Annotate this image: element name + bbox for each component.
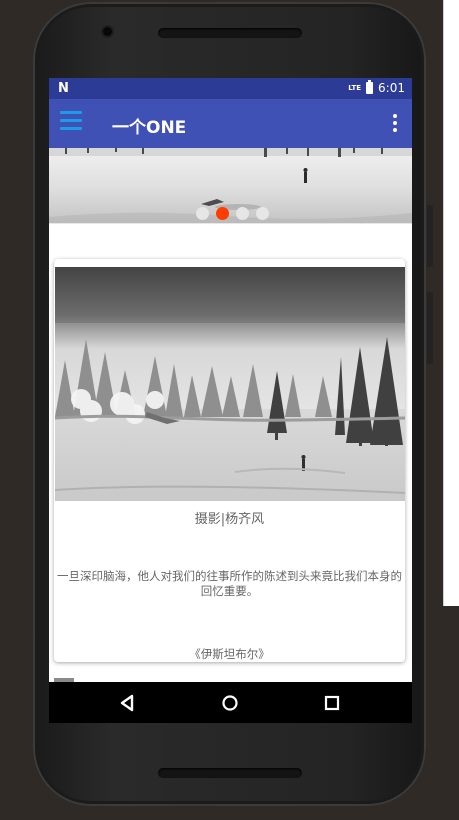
status-icons: LTE 6:01 [348, 80, 405, 95]
carousel-dot-active[interactable] [216, 207, 229, 220]
device-screen: N LTE 6:01 一个ONE 摄影|杨齐风 一旦深印脑海，他人对我们的往事所… [49, 78, 412, 723]
quote-text: 一旦深印脑海，他人对我们的往事所作的陈述到头来竟比我们本身的回忆重要。 [57, 569, 402, 598]
carousel-dot[interactable] [196, 207, 209, 220]
phone-power-button [427, 292, 433, 364]
photo-credit: 摄影|杨齐风 [194, 512, 265, 527]
network-icon: N [58, 81, 69, 96]
quote-card[interactable]: 摄影|杨齐风 一旦深印脑海，他人对我们的往事所作的陈述到头来竟比我们本身的回忆重… [54, 259, 405, 662]
status-time: 6:01 [378, 81, 405, 95]
carousel-indicator [196, 207, 269, 220]
front-camera [103, 27, 112, 36]
back-triangle-icon[interactable] [118, 694, 136, 712]
carousel-dot[interactable] [236, 207, 249, 220]
content-gap [49, 223, 412, 259]
app-title: 一个ONE [112, 118, 187, 138]
banner-carousel[interactable] [49, 148, 412, 223]
home-circle-icon[interactable] [221, 694, 239, 712]
top-speaker [158, 28, 302, 38]
battery-icon [366, 80, 374, 94]
side-panel [443, 0, 459, 606]
hamburger-icon[interactable] [59, 111, 85, 137]
phone-volume-button [427, 205, 433, 267]
status-bar: N LTE 6:01 [49, 78, 412, 99]
app-bar: 一个ONE [49, 99, 412, 148]
recents-square-icon[interactable] [323, 694, 341, 712]
lte-icon: LTE [348, 84, 362, 92]
quote-source: 《伊斯坦布尔》 [189, 647, 270, 661]
carousel-dot[interactable] [256, 207, 269, 220]
card-photo [55, 267, 405, 501]
screenshot-root: N LTE 6:01 一个ONE 摄影|杨齐风 一旦深印脑海，他人对我们的往事所… [0, 0, 459, 820]
more-vert-icon[interactable] [390, 114, 400, 132]
bottom-speaker [158, 768, 302, 778]
navigation-bar [49, 682, 412, 723]
